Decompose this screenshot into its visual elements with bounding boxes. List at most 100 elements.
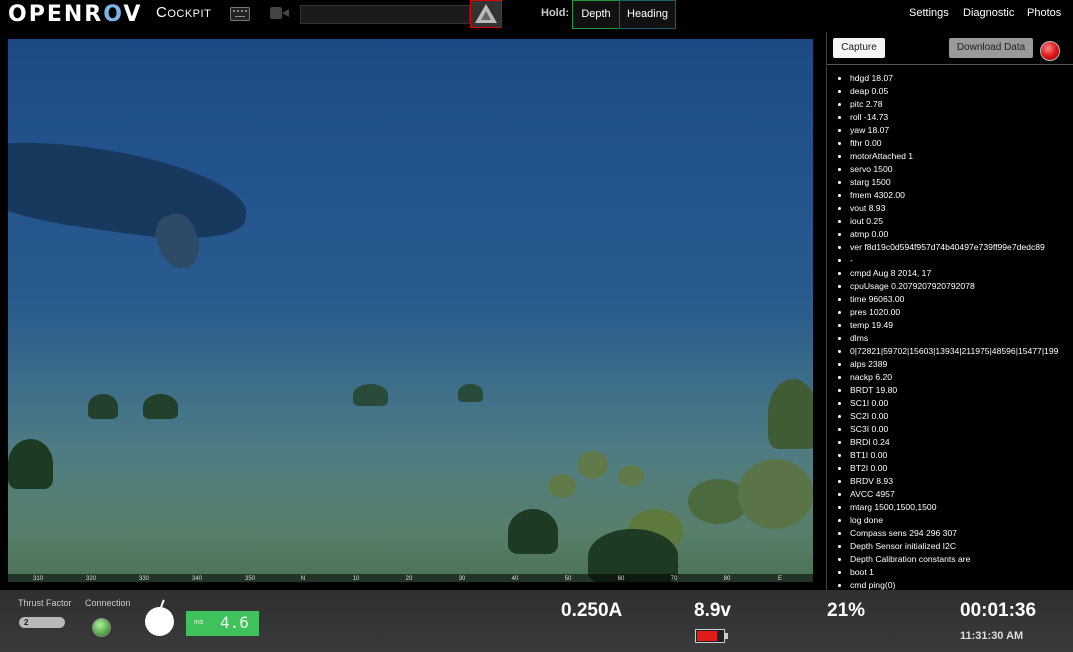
alert-triangle-icon [475, 4, 497, 23]
telemetry-item: BT2I 0.00 [850, 462, 1073, 475]
openrov-logo: OPENROV [8, 2, 142, 27]
telemetry-item: temp 19.49 [850, 319, 1073, 332]
compass-tick: 80 [723, 576, 731, 582]
compass-tick: 40 [511, 576, 519, 582]
logo-text-right: V [123, 2, 143, 27]
heading-gauge [145, 607, 174, 636]
telemetry-item: AVCC 4957 [850, 488, 1073, 501]
telemetry-item: mtarg 1500,1500,1500 [850, 501, 1073, 514]
telemetry-item: BRDT 19.80 [850, 384, 1073, 397]
compass-tick: 50 [564, 576, 572, 582]
telemetry-item: 0|72821|59702|15603|13934|211975|48596|1… [850, 345, 1073, 358]
video-rock [578, 451, 608, 479]
video-plant [8, 439, 53, 489]
logo-text-left: OPENR [8, 2, 104, 27]
telemetry-item: alps 2389 [850, 358, 1073, 371]
connection-status-icon [92, 618, 111, 637]
ping-display: ms 4.6 [186, 611, 259, 636]
compass-tick: 10 [352, 576, 360, 582]
record-indicator-icon [1040, 41, 1060, 61]
capture-button[interactable]: Capture [833, 38, 885, 58]
ping-value: 4.6 [220, 613, 249, 632]
camera-icon[interactable] [270, 6, 290, 20]
top-bar: OPENROV Cockpit Hold: Depth Heading Sett… [0, 0, 1073, 30]
telemetry-item: cmd ping(0) [850, 579, 1073, 590]
compass-tick: N [300, 576, 306, 582]
telemetry-item: yaw 18.07 [850, 124, 1073, 137]
telemetry-item: cpuUsage 0.2079207920792078 [850, 280, 1073, 293]
telemetry-item: fmem 4302.00 [850, 189, 1073, 202]
video-feed[interactable]: 310 320 330 340 350 N 10 20 30 40 50 60 … [8, 39, 813, 582]
telemetry-list[interactable]: hdgd 18.07deap 0.05pitc 2.78roll -14.73y… [826, 66, 1073, 590]
keyboard-icon[interactable] [230, 7, 250, 21]
video-plant [143, 394, 178, 419]
telemetry-item: pres 1020.00 [850, 306, 1073, 319]
video-whale [8, 128, 253, 250]
telemetry-item: dlms [850, 332, 1073, 345]
telemetry-item: Depth Sensor initialized I2C [850, 540, 1073, 553]
telemetry-item: motorAttached 1 [850, 150, 1073, 163]
battery-icon [695, 629, 728, 643]
alert-button[interactable] [470, 0, 502, 28]
compass-tick: 70 [670, 576, 678, 582]
telemetry-item: starg 1500 [850, 176, 1073, 189]
video-plant [88, 394, 118, 419]
diagnostic-link[interactable]: Diagnostic [963, 7, 1014, 19]
compass-tick: 60 [617, 576, 625, 582]
compass-tick: 310 [32, 576, 44, 582]
logo-o: O [103, 2, 124, 27]
telemetry-item: roll -14.73 [850, 111, 1073, 124]
telemetry-item: Depth Calibration constants are [850, 553, 1073, 566]
telemetry-item: servo 1500 [850, 163, 1073, 176]
telemetry-item: iout 0.25 [850, 215, 1073, 228]
telemetry-item: SC3I 0.00 [850, 423, 1073, 436]
hold-heading-button[interactable]: Heading [619, 0, 676, 29]
telemetry-item: fthr 0.00 [850, 137, 1073, 150]
hold-depth-button[interactable]: Depth [572, 0, 620, 29]
video-rock [738, 459, 813, 529]
video-plant [768, 379, 813, 449]
compass-tick: 320 [85, 576, 97, 582]
photos-link[interactable]: Photos [1027, 7, 1061, 19]
thrust-factor-control[interactable]: 2 [19, 617, 65, 628]
compass-tick: 30 [458, 576, 466, 582]
cockpit-title: Cockpit [156, 4, 212, 21]
compass-tick: 330 [138, 576, 150, 582]
telemetry-items: hdgd 18.07deap 0.05pitc 2.78roll -14.73y… [827, 72, 1073, 590]
telemetry-item: deap 0.05 [850, 85, 1073, 98]
compass-tick: 350 [244, 576, 256, 582]
telemetry-item: - [850, 254, 1073, 267]
telemetry-item: BRDV 8.93 [850, 475, 1073, 488]
hold-label: Hold: [541, 7, 570, 19]
download-data-button[interactable]: Download Data [949, 38, 1033, 58]
settings-link[interactable]: Settings [909, 7, 949, 19]
compass-tick: 340 [191, 576, 203, 582]
status-message-field [300, 5, 470, 24]
compass-strip: 310 320 330 340 350 N 10 20 30 40 50 60 … [8, 574, 813, 582]
telemetry-item: ver f8d19c0d594f957d74b40497e739ff99e7de… [850, 241, 1073, 254]
telemetry-item: atmp 0.00 [850, 228, 1073, 241]
telemetry-item: SC1I 0.00 [850, 397, 1073, 410]
clock-time: 11:31:30 AM [960, 630, 1024, 642]
telemetry-item: pitc 2.78 [850, 98, 1073, 111]
telemetry-item: Compass sens 294 296 307 [850, 527, 1073, 540]
telemetry-item: nackp 6.20 [850, 371, 1073, 384]
video-rock [618, 465, 644, 487]
telemetry-item: cmpd Aug 8 2014, 17 [850, 267, 1073, 280]
battery-fill [697, 631, 717, 641]
video-plant [458, 384, 483, 402]
dive-timer: 00:01:36 [960, 600, 1037, 621]
compass-tick: E [777, 576, 783, 582]
video-plant [353, 384, 388, 406]
telemetry-item: log done [850, 514, 1073, 527]
thrust-factor-value: 2 [24, 618, 29, 627]
telemetry-item: BT1I 0.00 [850, 449, 1073, 462]
telemetry-item: hdgd 18.07 [850, 72, 1073, 85]
connection-label: Connection [85, 598, 131, 608]
telemetry-item: boot 1 [850, 566, 1073, 579]
video-plant [508, 509, 558, 554]
percent-readout: 21% [827, 600, 866, 621]
ping-unit: ms [194, 619, 204, 626]
telemetry-item: BRDI 0.24 [850, 436, 1073, 449]
thrust-factor-label: Thrust Factor [18, 598, 72, 608]
